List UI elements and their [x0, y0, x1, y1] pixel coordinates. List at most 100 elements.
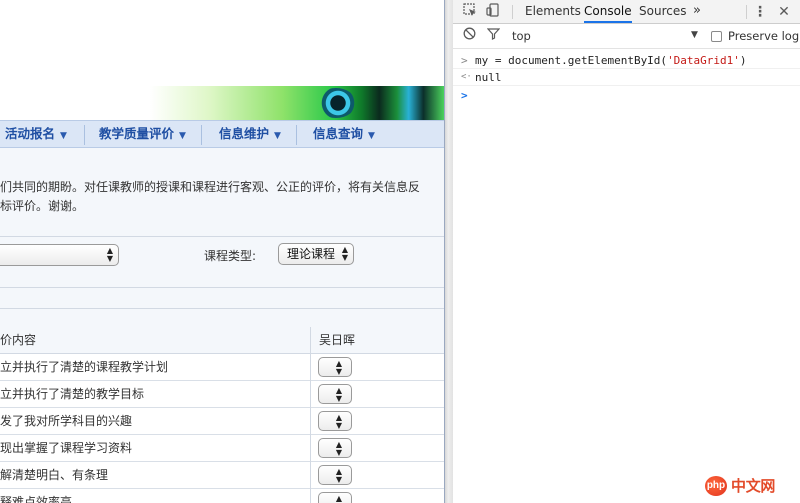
menu-item-info-maintenance[interactable]: 信息维护 ▼	[219, 121, 281, 147]
select-arrows-icon: ▲▼	[341, 245, 348, 262]
console-prompt[interactable]: >	[453, 87, 800, 104]
course-select[interactable]: ▲ ▼	[0, 244, 119, 266]
select-arrows-icon: ▲▼	[106, 246, 113, 263]
php-logo: php	[705, 476, 727, 496]
web-page: 活动报名 ▼ 教学质量评价 ▼ 信息维护 ▼ 信息查询 ▼ 们共同的期盼。对任课教师的授…	[0, 0, 444, 503]
device-toolbar-icon[interactable]	[484, 3, 502, 21]
divider	[0, 287, 444, 288]
table-row: 解清楚明白、有条理 ▲ ▼	[0, 462, 444, 489]
preserve-log-label: Preserve log	[728, 29, 800, 43]
grid-header-label: 价内容	[0, 333, 37, 347]
menu-item-info-query[interactable]: 信息查询 ▼	[313, 121, 375, 147]
console-input-line: > my = document.getElementById('DataGrid…	[453, 52, 800, 69]
select-arrows-icon: ▲▼	[335, 440, 342, 457]
caret-down-icon: ▼	[274, 131, 281, 141]
menu-divider	[84, 125, 85, 145]
banner-swirl-graphic	[316, 88, 356, 118]
more-tabs-button[interactable]: »	[693, 0, 701, 23]
tab-elements[interactable]: Elements	[525, 0, 581, 23]
filter-icon[interactable]	[484, 27, 502, 45]
table-row: 发了我对所学科目的兴趣 ▲ ▼	[0, 408, 444, 435]
score-select[interactable]: ▲▼	[318, 492, 352, 503]
menu-item-label: 活动报名	[5, 126, 56, 141]
grid-header-teacher: 吴日晖	[311, 327, 444, 354]
menu-divider	[201, 125, 202, 145]
score-select[interactable]: ▲▼	[318, 438, 352, 458]
console-output-line: <· null	[453, 69, 800, 86]
devtools-panel: Elements Console Sources » ⋮ ✕ top ▼ Pre…	[453, 0, 800, 503]
divider	[0, 236, 444, 237]
notice-text-line-1: 们共同的期盼。对任课教师的授课和课程进行客观、公正的评价，将有关信息反	[0, 180, 421, 194]
console-filter-bar: top ▼ Preserve log	[453, 24, 800, 49]
course-type-label: 课程类型:	[204, 249, 257, 263]
panel-splitter[interactable]	[444, 0, 453, 503]
tab-console[interactable]: Console	[584, 0, 632, 23]
inspect-element-icon[interactable]	[461, 3, 479, 21]
context-dropdown-icon[interactable]: ▼	[691, 30, 698, 40]
notice-text-line-2: 标评价。谢谢。	[0, 199, 85, 213]
site-watermark: php 中文网	[705, 474, 800, 498]
code-string: 'DataGrid1'	[667, 54, 740, 67]
grid-column-divider	[310, 354, 311, 381]
row-criterion: 立并执行了清楚的教学目标	[0, 387, 145, 401]
caret-down-icon: ▼	[179, 131, 186, 141]
table-row: 释难点效率高 ▲▼	[0, 489, 444, 503]
kebab-menu-icon[interactable]: ⋮	[751, 3, 769, 21]
clear-console-icon[interactable]	[460, 27, 478, 45]
devtools-toolbar: Elements Console Sources » ⋮ ✕	[453, 0, 800, 24]
select-arrows-icon: ▲▼	[335, 386, 342, 403]
grid-column-divider	[310, 489, 311, 503]
score-select[interactable]: ▲▼	[318, 411, 352, 431]
grid-header-content: 价内容	[0, 327, 310, 354]
grid-column-divider	[310, 408, 311, 435]
evaluation-grid: 价内容 吴日晖 立并执行了清楚的课程教学计划 ▲ ▼ 立并执行了清楚的教学目标 ▲…	[0, 327, 444, 503]
watermark-text: 中文网	[731, 478, 776, 495]
score-select[interactable]: ▲▼	[318, 357, 352, 377]
close-icon[interactable]: ✕	[775, 3, 793, 21]
select-arrows-icon: ▲▼	[335, 494, 342, 503]
row-criterion: 解清楚明白、有条理	[0, 468, 109, 482]
menu-item-label: 信息查询	[313, 126, 364, 141]
caret-down-icon: ▼	[368, 131, 375, 141]
console-output: > my = document.getElementById('DataGrid…	[453, 49, 800, 503]
console-output-value: null	[475, 71, 502, 84]
grid-column-divider	[310, 381, 311, 408]
select-arrows-icon: ▲▼	[335, 413, 342, 430]
table-row: 现出掌握了课程学习资料 ▲ ▼	[0, 435, 444, 462]
input-prefix-icon: >	[461, 54, 468, 67]
toolbar-divider	[512, 5, 513, 19]
table-row: 立并执行了清楚的课程教学计划 ▲ ▼	[0, 354, 444, 381]
course-type-value: 理论课程	[287, 247, 336, 261]
prompt-caret-icon: >	[461, 89, 468, 102]
header-banner	[0, 0, 444, 120]
code-text: )	[739, 54, 747, 67]
code-text: my = document.getElementById(	[475, 54, 668, 67]
row-criterion: 立并执行了清楚的课程教学计划	[0, 360, 169, 374]
table-row: 立并执行了清楚的教学目标 ▲ ▼	[0, 381, 444, 408]
console-input-code: my = document.getElementById('DataGrid1'…	[475, 52, 747, 69]
score-select[interactable]: ▲▼	[318, 465, 352, 485]
tab-sources[interactable]: Sources	[639, 0, 686, 23]
row-criterion: 释难点效率高	[0, 495, 73, 503]
context-selector[interactable]: top	[512, 29, 531, 43]
banner-graphic	[150, 86, 444, 120]
score-select[interactable]: ▲▼	[318, 384, 352, 404]
menu-item-label: 信息维护	[219, 126, 270, 141]
caret-down-icon: ▼	[60, 131, 67, 141]
grid-column-divider	[310, 435, 311, 462]
output-prefix-icon: <·	[461, 72, 472, 82]
course-type-select[interactable]: 理论课程 ▲ ▼	[278, 243, 354, 265]
row-criterion: 发了我对所学科目的兴趣	[0, 414, 133, 428]
grid-header-label: 吴日晖	[319, 333, 356, 347]
menu-item-label: 教学质量评价	[99, 126, 175, 141]
menu-item-teaching-evaluation[interactable]: 教学质量评价 ▼	[99, 121, 186, 147]
main-menu: 活动报名 ▼ 教学质量评价 ▼ 信息维护 ▼ 信息查询 ▼	[0, 120, 444, 148]
menu-divider	[296, 125, 297, 145]
divider	[0, 308, 444, 309]
grid-column-divider	[310, 462, 311, 489]
menu-item-activity-signup[interactable]: 活动报名 ▼	[5, 121, 67, 147]
preserve-log-checkbox[interactable]	[711, 31, 722, 42]
select-arrows-icon: ▲▼	[335, 467, 342, 484]
select-arrows-icon: ▲▼	[335, 359, 342, 376]
toolbar-divider	[746, 5, 747, 19]
